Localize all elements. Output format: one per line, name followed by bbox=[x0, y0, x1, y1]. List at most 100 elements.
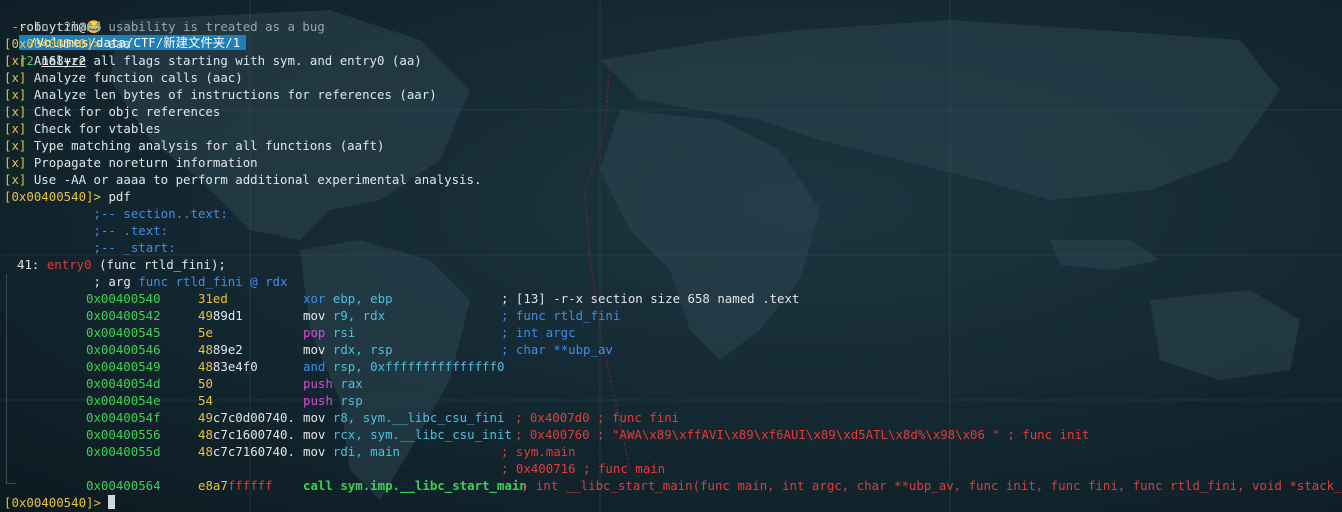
r2-prompt-pdf: [0x00400540]> pdf bbox=[4, 188, 131, 205]
mnemonic: mov bbox=[303, 444, 326, 459]
instruction: and rsp, 0xfffffffffffffff0 bbox=[303, 358, 504, 375]
instruction: mov rdx, rsp bbox=[303, 341, 393, 358]
instruction-comment: ; [13] -r-x section size 658 named .text bbox=[501, 291, 800, 306]
mnemonic: pop bbox=[303, 325, 326, 340]
instruction-bytes: 4989d1 bbox=[198, 307, 243, 324]
function-arg-detail: func rtld_fini @ rdx bbox=[138, 274, 288, 289]
instruction: mov r8, sym.__libc_csu_fini bbox=[303, 409, 504, 426]
operands: rcx, sym.__libc_csu_init bbox=[332, 427, 512, 442]
instruction-bytes: 48c7c7160740. bbox=[198, 443, 295, 460]
operand-bytes: c7c0d00740. bbox=[212, 410, 295, 425]
check-tag: [x] bbox=[4, 155, 27, 170]
instruction: call sym.imp.__libc_start_main bbox=[303, 477, 527, 494]
r2-command: aaa bbox=[108, 36, 131, 51]
instruction-address: 0x00400542 bbox=[86, 308, 161, 323]
check-tag: [x] bbox=[4, 70, 27, 85]
mnemonic: push bbox=[303, 376, 333, 391]
operands: ebp, ebp bbox=[332, 291, 393, 306]
instruction-bytes: 49c7c0d00740. bbox=[198, 409, 295, 426]
operand-bytes: c7c1600740. bbox=[212, 427, 295, 442]
mnemonic: mov bbox=[303, 410, 326, 425]
operand-bytes: c7c7160740. bbox=[212, 444, 295, 459]
opcode-bytes: 54 bbox=[198, 393, 213, 408]
operands: r9, rdx bbox=[332, 308, 386, 323]
instruction-comment: ; int __libc_start_main(func main, int a… bbox=[521, 478, 1342, 493]
opcode-bytes: e8a7 bbox=[198, 478, 228, 493]
instruction-address: 0x00400540 bbox=[86, 291, 161, 306]
opcode-bytes: 5e bbox=[198, 325, 213, 340]
instruction-bytes: 50 bbox=[198, 375, 213, 392]
instruction: pop rsi bbox=[303, 324, 355, 341]
check-tag: [x] bbox=[4, 87, 27, 102]
instruction: mov rdi, main bbox=[303, 443, 400, 460]
instruction-comment: ; 0x400716 ; func main bbox=[501, 461, 666, 476]
mnemonic: push bbox=[303, 393, 333, 408]
opcode-bytes: 31ed bbox=[198, 291, 228, 306]
function-header: 41: entry0 (func rtld_fini); bbox=[17, 256, 226, 273]
instruction-comment: ; char **ubp_av bbox=[501, 342, 613, 357]
instruction-address: 0x00400546 bbox=[86, 342, 161, 357]
check-tag: [x] bbox=[4, 53, 27, 68]
opcode-bytes: 50 bbox=[198, 376, 213, 391]
instruction-bytes: e8a7ffffff bbox=[198, 477, 273, 494]
instruction-address: 0x0040055d bbox=[86, 444, 161, 459]
instruction-bytes: 54 bbox=[198, 392, 213, 409]
instruction-bytes: 5e bbox=[198, 324, 213, 341]
function-bracket-line bbox=[6, 274, 7, 484]
check-tag: [x] bbox=[4, 138, 27, 153]
operand-bytes: 89d1 bbox=[212, 308, 243, 323]
fortune-line: -- In r2land usability is treated as a b… bbox=[4, 19, 325, 34]
operands: rsp, 0xfffffffffffffff0 bbox=[332, 359, 505, 374]
function-bracket-end bbox=[6, 483, 16, 484]
opcode-bytes: 48 bbox=[198, 444, 213, 459]
opcode-bytes: 48 bbox=[198, 342, 213, 357]
function-size: 41: bbox=[17, 257, 47, 272]
opcode-bytes: 48 bbox=[198, 427, 213, 442]
function-signature: (func rtld_fini); bbox=[91, 257, 226, 272]
check-tag: [x] bbox=[4, 104, 27, 119]
instruction-comment: ; int argc bbox=[501, 325, 576, 340]
mnemonic: mov bbox=[303, 308, 326, 323]
analysis-line: [x] Check for vtables bbox=[4, 121, 161, 136]
instruction-bytes: 4883e4f0 bbox=[198, 358, 258, 375]
shell-prompt-bar: roboytim@😂 /Volumes/data/CTF/新建文件夹/1 r2 … bbox=[4, 1, 247, 68]
operands: rdx, rsp bbox=[332, 342, 393, 357]
r2-prompt-address: [0x00400540]> bbox=[4, 36, 109, 51]
section-label: ;-- section..text: bbox=[4, 206, 228, 221]
analysis-line: [x] Type matching analysis for all funct… bbox=[4, 138, 385, 153]
analysis-line: [x] Check for objc references bbox=[4, 104, 221, 119]
instruction-comment: ; sym.main bbox=[501, 444, 576, 459]
instruction: mov rcx, sym.__libc_csu_init bbox=[303, 426, 512, 443]
instruction: push rax bbox=[303, 375, 363, 392]
instruction-bytes: 48c7c1600740. bbox=[198, 426, 295, 443]
instruction-comment: ; func rtld_fini bbox=[501, 308, 621, 323]
r2-prompt-address: [0x00400540]> bbox=[4, 189, 109, 204]
analysis-line: [x] Analyze function calls (aac) bbox=[4, 70, 243, 85]
operands: rax bbox=[340, 376, 363, 391]
opcode-bytes: 49 bbox=[198, 308, 213, 323]
instruction-bytes: 31ed bbox=[198, 290, 228, 307]
text-cursor bbox=[108, 495, 116, 509]
instruction-bytes: 4889e2 bbox=[198, 341, 243, 358]
check-tag: [x] bbox=[4, 121, 27, 136]
operands: sym.imp.__libc_start_main bbox=[340, 478, 527, 493]
instruction-address: 0x0040054f bbox=[86, 410, 161, 425]
opcode-bytes: 48 bbox=[198, 359, 213, 374]
analysis-line: [x] Propagate noreturn information bbox=[4, 155, 258, 170]
operand-bytes: 89e2 bbox=[212, 342, 243, 357]
instruction-comment: ; 0x400760 ; "AWA\x89\xffAVI\x89\xf6AUI\… bbox=[515, 427, 1090, 442]
section-label: ;-- .text: bbox=[4, 223, 169, 238]
instruction: xor ebp, ebp bbox=[303, 290, 393, 307]
instruction-address: 0x0040054d bbox=[86, 376, 161, 391]
r2-prompt-aaa: [0x00400540]> aaa bbox=[4, 35, 131, 52]
analysis-line: [x] Analyze all flags starting with sym.… bbox=[4, 53, 422, 68]
operand-bytes: 83e4f0 bbox=[212, 359, 258, 374]
r2-prompt-final[interactable]: [0x00400540]> bbox=[4, 494, 116, 511]
function-name: entry0 bbox=[46, 257, 92, 272]
mnemonic: and bbox=[303, 359, 326, 374]
mnemonic: call bbox=[303, 478, 333, 493]
mnemonic: mov bbox=[303, 427, 326, 442]
operands: rdi, main bbox=[332, 444, 400, 459]
function-arg: ; arg func rtld_fini @ rdx bbox=[4, 274, 288, 289]
check-tag: [x] bbox=[4, 172, 27, 187]
